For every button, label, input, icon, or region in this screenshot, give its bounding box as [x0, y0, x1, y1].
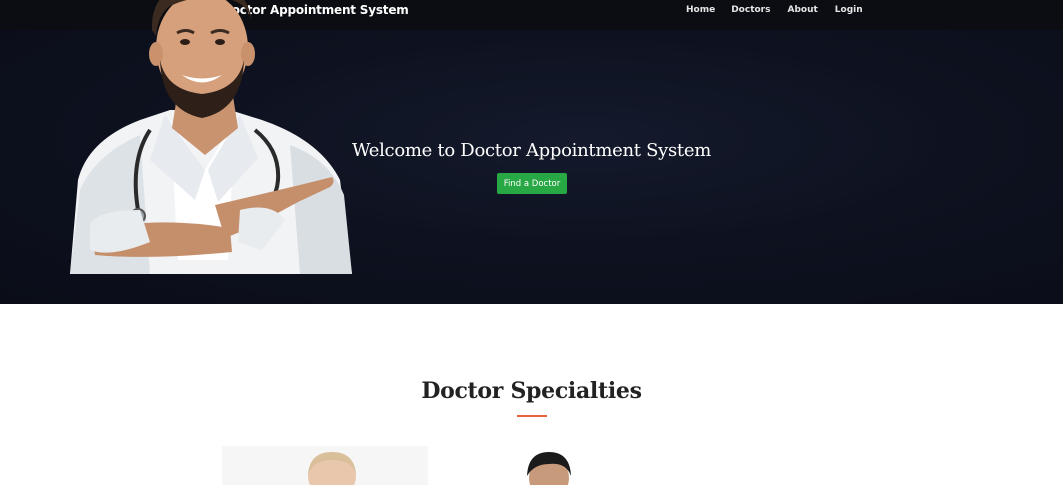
- nav-doctors-link[interactable]: Doctors: [731, 5, 770, 15]
- title-underline: [517, 415, 547, 417]
- doctor-hero-image: [70, 0, 352, 274]
- specialty-card-image[interactable]: [470, 446, 610, 485]
- nav-home-link[interactable]: Home: [686, 5, 715, 15]
- nav-links: Home Doctors About Login: [686, 5, 878, 15]
- specialty-card-image[interactable]: [222, 446, 428, 485]
- find-doctor-button[interactable]: Find a Doctor: [497, 173, 567, 194]
- specialties-title: Doctor Specialties: [421, 378, 642, 404]
- nav-about-link[interactable]: About: [787, 5, 817, 15]
- nav-login-link[interactable]: Login: [835, 5, 863, 15]
